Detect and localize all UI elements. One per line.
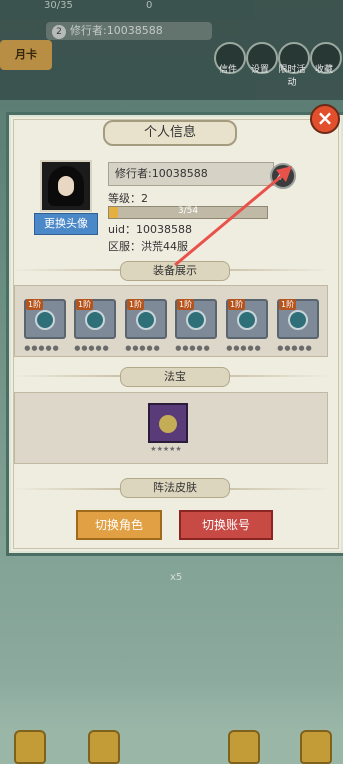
pointer-arrow-icon	[174, 166, 292, 267]
arrow-shaft	[174, 172, 285, 267]
